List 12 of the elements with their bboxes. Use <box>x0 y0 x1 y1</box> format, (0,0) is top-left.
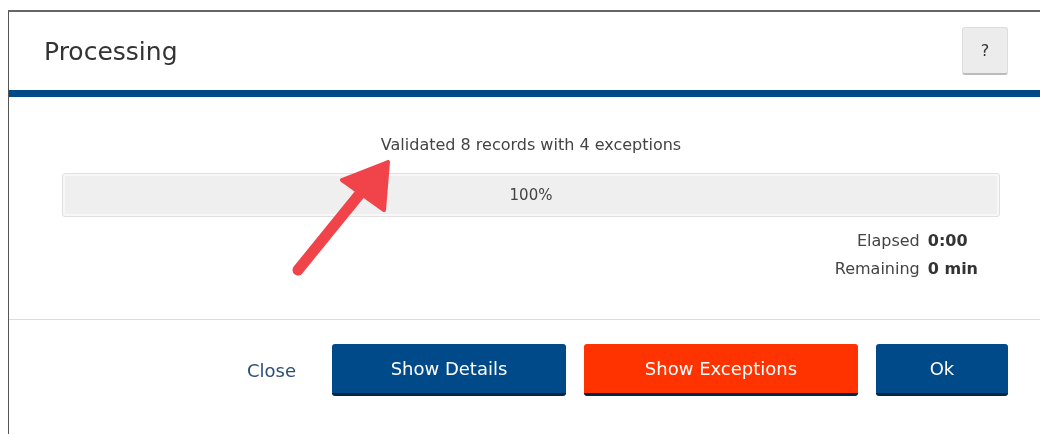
dialog-button[interactable]: Show Exceptions <box>584 344 858 396</box>
stat-value: 0:00 <box>927 231 969 250</box>
dialog-button[interactable]: Ok <box>876 344 1008 396</box>
close-link[interactable]: Close <box>246 344 314 396</box>
help-button[interactable]: ? <box>962 27 1008 75</box>
dialog-button[interactable]: Show Details <box>332 344 566 396</box>
stat-label: Remaining <box>834 259 920 278</box>
stat-value: 0 min <box>927 259 978 278</box>
stat-label: Elapsed <box>855 231 920 250</box>
status-message: Validated 8 records with 4 exceptions <box>380 135 682 154</box>
dialog-title: Processing <box>44 36 178 66</box>
progress-percent: 100% <box>508 185 554 206</box>
